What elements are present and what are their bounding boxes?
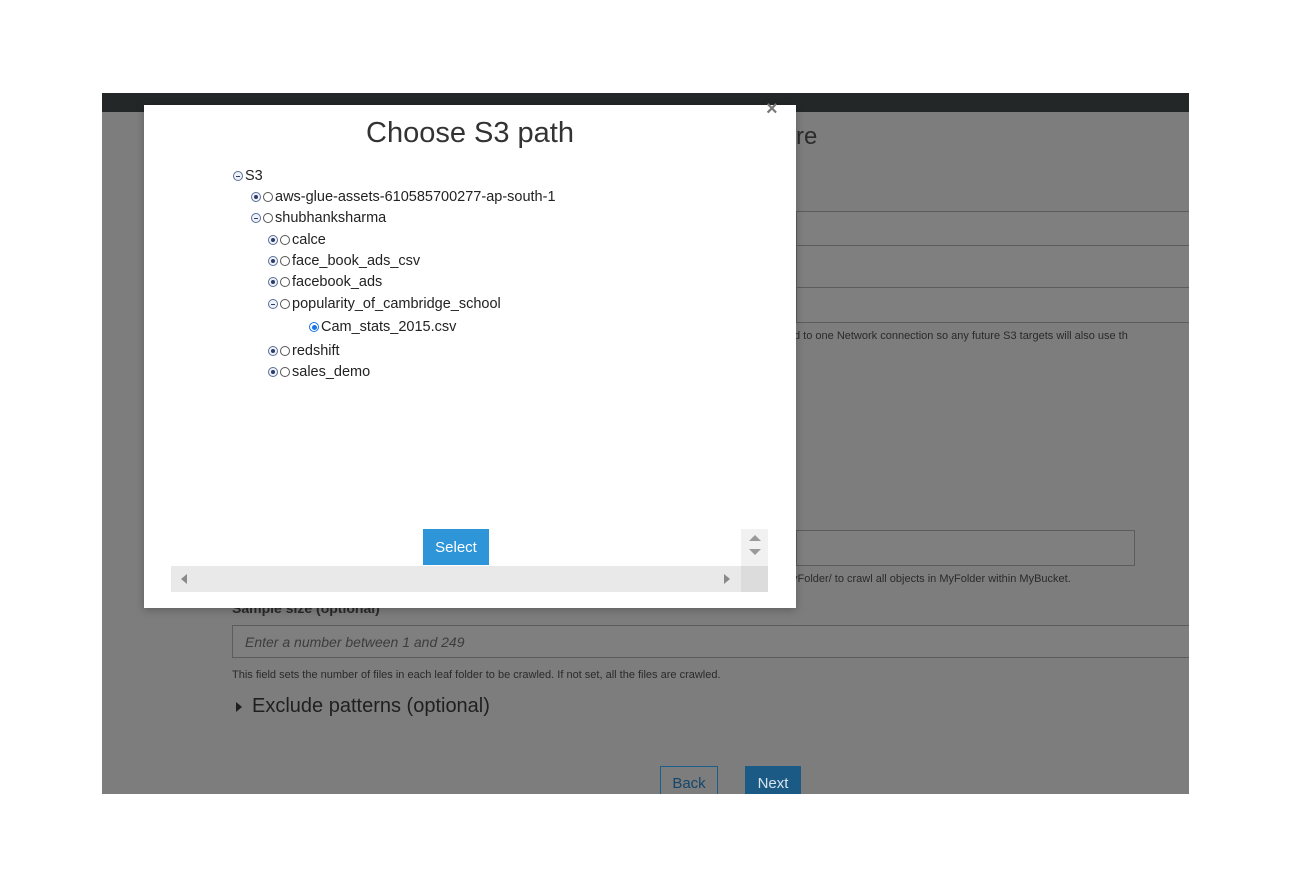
collapse-icon[interactable] xyxy=(251,213,261,223)
tree-node[interactable]: redshift xyxy=(268,342,340,360)
tree-node-radio[interactable] xyxy=(280,299,290,309)
tree-node[interactable]: facebook_ads xyxy=(268,273,382,291)
tree-node-label: aws-glue-assets-610585700277-ap-south-1 xyxy=(275,189,556,205)
collapse-icon[interactable] xyxy=(233,171,243,181)
horizontal-scrollbar[interactable] xyxy=(171,566,741,592)
scroll-up-icon[interactable] xyxy=(749,535,761,541)
scroll-down-icon[interactable] xyxy=(749,549,761,555)
tree-node-radio[interactable] xyxy=(263,192,273,202)
choose-s3-path-modal: × Choose S3 path S3 aws-glue-assets-61058… xyxy=(144,99,796,608)
expand-icon[interactable] xyxy=(268,367,278,377)
background-field xyxy=(796,287,1189,323)
tree-node[interactable]: popularity_of_cambridge_school xyxy=(268,295,501,313)
sample-size-help: This field sets the number of files in e… xyxy=(232,669,721,681)
tree-node[interactable]: S3 xyxy=(233,167,263,185)
vertical-scrollbar[interactable] xyxy=(741,529,768,566)
tree-node[interactable]: shubhanksharma xyxy=(251,209,386,227)
tree-node-radio[interactable] xyxy=(280,277,290,287)
include-path-input[interactable] xyxy=(796,530,1135,566)
expand-icon[interactable] xyxy=(268,235,278,245)
expand-icon[interactable] xyxy=(268,277,278,287)
exclude-patterns-label: Exclude patterns (optional) xyxy=(252,695,490,717)
scroll-left-icon[interactable] xyxy=(181,574,187,584)
expand-icon[interactable] xyxy=(268,256,278,266)
tree-node-label: facebook_ads xyxy=(292,274,383,290)
tree-node-radio[interactable] xyxy=(280,256,290,266)
tree-node-radio[interactable] xyxy=(280,346,290,356)
tree-node[interactable]: Cam_stats_2015.csv xyxy=(309,318,456,336)
expand-icon[interactable] xyxy=(268,346,278,356)
scrollbar-corner xyxy=(741,566,768,592)
tree-node-radio[interactable] xyxy=(280,367,290,377)
tree-node[interactable]: aws-glue-assets-610585700277-ap-south-1 xyxy=(251,188,556,206)
back-button[interactable]: Back xyxy=(660,766,718,794)
select-button[interactable]: Select xyxy=(423,529,489,565)
network-connection-note: d to one Network connection so any futur… xyxy=(794,330,1128,342)
page-heading-fragment: re xyxy=(796,123,818,150)
tree-node[interactable]: calce xyxy=(268,231,326,249)
exclude-patterns-toggle[interactable]: Exclude patterns (optional) xyxy=(236,695,490,718)
collapse-icon[interactable] xyxy=(268,299,278,309)
tree-node-label: shubhanksharma xyxy=(275,210,387,226)
background-field xyxy=(796,245,1189,289)
include-path-hint: yFolder/ to crawl all objects in MyFolde… xyxy=(792,573,1071,585)
tree-node-label: face_book_ads_csv xyxy=(292,253,421,269)
tree-node-label: sales_demo xyxy=(292,364,371,380)
tree-node-label: S3 xyxy=(245,168,263,184)
tree-node[interactable]: face_book_ads_csv xyxy=(268,252,420,270)
caret-right-icon xyxy=(236,701,242,712)
expand-icon[interactable] xyxy=(251,192,261,202)
tree-node-radio[interactable] xyxy=(263,213,273,223)
tree-node[interactable]: sales_demo xyxy=(268,363,370,381)
tree-node-label: Cam_stats_2015.csv xyxy=(321,319,457,335)
tree-node-label: redshift xyxy=(292,343,340,359)
scroll-right-icon[interactable] xyxy=(724,574,730,584)
sample-size-input[interactable]: Enter a number between 1 and 249 xyxy=(232,625,1189,658)
tree-node-label: popularity_of_cambridge_school xyxy=(292,296,501,312)
tree-node-label: calce xyxy=(292,232,326,248)
tree-node-radio[interactable] xyxy=(280,235,290,245)
background-field xyxy=(796,211,1189,247)
tree-node-radio[interactable] xyxy=(309,322,319,332)
next-button[interactable]: Next xyxy=(745,766,801,794)
